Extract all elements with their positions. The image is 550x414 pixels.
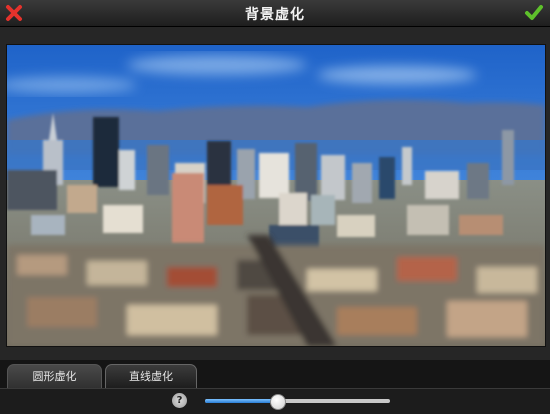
confirm-button[interactable] [524, 4, 544, 22]
bottom-toolbar: 圆形虚化 直线虚化 ? [0, 360, 550, 414]
help-icon[interactable]: ? [172, 393, 187, 408]
city-skyline-image [7, 45, 545, 346]
slider-thumb[interactable] [270, 394, 287, 410]
tab-linear-blur[interactable]: 直线虚化 [105, 364, 197, 389]
checkmark-icon [525, 5, 543, 20]
photo-preview[interactable] [6, 44, 546, 347]
blur-slider[interactable] [205, 394, 390, 410]
slider-strip: ? [0, 388, 550, 414]
editor-canvas [0, 27, 550, 360]
slider-fill [205, 399, 278, 403]
top-toolbar: 背景虚化 [0, 0, 550, 27]
page-title: 背景虚化 [245, 7, 305, 23]
tab-circular-blur[interactable]: 圆形虚化 [7, 364, 102, 389]
